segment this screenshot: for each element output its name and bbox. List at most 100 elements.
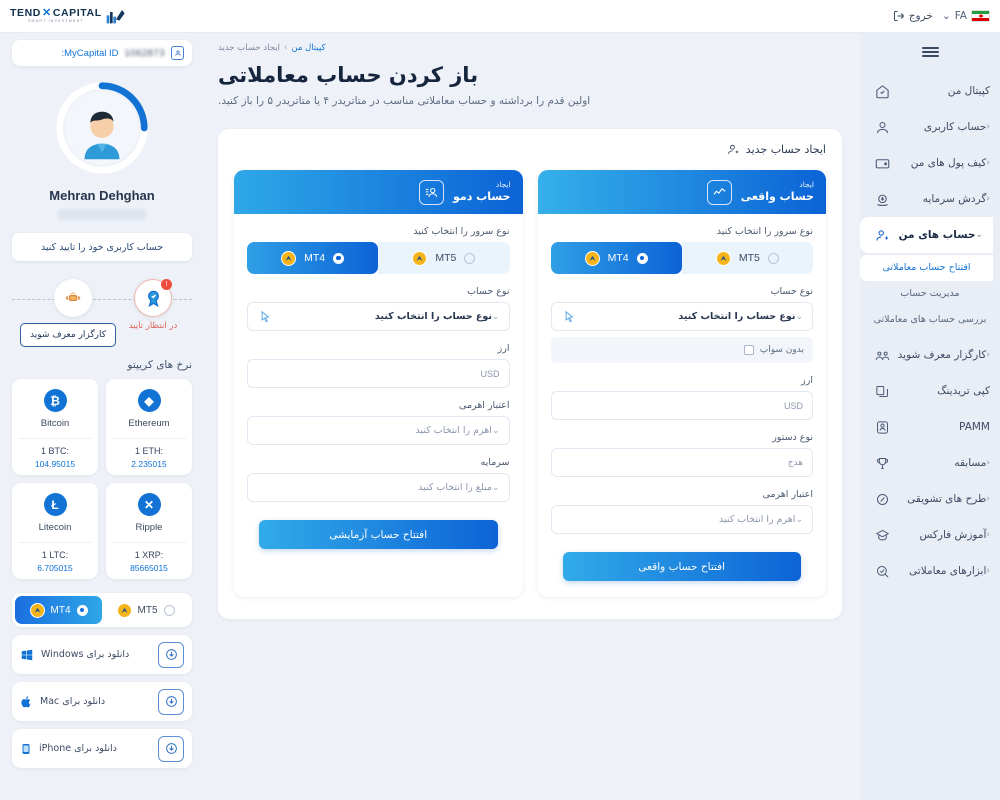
- mycapital-id-label: MyCapital ID:: [61, 47, 119, 59]
- logout-button[interactable]: خروج: [893, 10, 933, 22]
- radio-icon: [333, 252, 345, 264]
- step-partner[interactable]: [38, 277, 108, 317]
- chevron-down-icon: ⌄: [795, 311, 803, 322]
- card-header-small: ایجاد: [495, 180, 511, 190]
- order-type-label: نوع دستور: [772, 432, 813, 443]
- download-row-windows[interactable]: دانلود برای Windows: [12, 635, 192, 674]
- metatrader-badge-icon: [715, 250, 731, 266]
- menu-toggle-button[interactable]: [860, 37, 1000, 67]
- panel-heading: ایجاد حساب جدید: [234, 143, 826, 156]
- sidebar-item-my-accounts[interactable]: ⌄ حساب های من: [860, 217, 993, 253]
- demo-account-form: نوع سرور را انتخاب کنید MT5 MT4 نوع حساب…: [234, 214, 523, 565]
- open-demo-account-button[interactable]: افتتاح حساب آزمایشی: [259, 520, 498, 549]
- real-server-option-mt5[interactable]: MT5: [681, 242, 813, 274]
- sidebar-item-contest[interactable]: ‹ مسابقه: [860, 445, 1000, 481]
- chevron-down-icon: ⌄: [491, 311, 500, 322]
- add-user-icon: [727, 144, 739, 154]
- sidebar-item-label: کارگزار معرف شوید: [897, 349, 987, 361]
- demo-leverage-select[interactable]: ⌄ اهرم را انتخاب کنید: [247, 416, 510, 445]
- demo-server-option-mt4[interactable]: MT4: [247, 242, 379, 274]
- crypto-card-litecoin[interactable]: Ł Litecoin 1 LTC: 6.705015: [12, 483, 98, 579]
- account-type-label: نوع حساب: [467, 286, 510, 297]
- currency-value: USD: [783, 400, 803, 411]
- sidebar-item-pamm[interactable]: PAMM: [860, 409, 1000, 445]
- account-type-label: نوع حساب: [770, 286, 813, 297]
- verify-account-button[interactable]: حساب کاربری خود را تایید کنید: [12, 233, 192, 261]
- leverage-value: اهرم را انتخاب کنید: [719, 514, 796, 525]
- real-currency-input[interactable]: USD: [550, 391, 813, 420]
- platform-option-mt5[interactable]: MT5: [102, 596, 189, 624]
- page-subtitle: اولین قدم را برداشته و حساب معاملاتی منا…: [218, 95, 591, 107]
- crypto-card-ripple[interactable]: ✕ Ripple 1 XRP: 85665015: [106, 483, 192, 579]
- coin-name: Ripple: [135, 522, 163, 533]
- chevron-left-icon: ‹: [986, 122, 990, 132]
- sidebar-subitem-open-trading-account[interactable]: افتتاح حساب معاملاتی: [860, 255, 993, 281]
- sidebar-item-become-partner[interactable]: ‹ کارگزار معرف شوید: [860, 337, 1000, 373]
- sidebar-item-copy-trading[interactable]: کپی تریدینگ: [860, 373, 1000, 409]
- crypto-card-ethereum[interactable]: ◆ Ethereum 1 ETH: 2.235015: [106, 379, 192, 475]
- create-account-panel: ایجاد حساب جدید ایجاد حساب واقعی نوع سرو…: [218, 129, 842, 619]
- mycapital-id-bar[interactable]: 1062873 MyCapital ID:: [12, 40, 192, 66]
- crypto-card-bitcoin[interactable]: ₿ Bitcoin 1 BTC: 104.95015: [12, 379, 98, 475]
- pending-badge-count: !: [161, 279, 172, 290]
- sidebar-item-label: گردش سرمایه: [922, 193, 987, 205]
- step-pending-verification[interactable]: ! در انتظار تایید: [118, 277, 188, 331]
- demo-account-type-select[interactable]: ⌄ نوع حساب را انتخاب کنید: [247, 302, 510, 331]
- coin-name: Bitcoin: [40, 418, 70, 429]
- real-leverage-select[interactable]: ⌄ اهرم را انتخاب کنید: [550, 505, 813, 534]
- radio-icon: [76, 604, 88, 616]
- download-button[interactable]: [158, 641, 184, 668]
- avatar: [65, 91, 139, 165]
- demo-server-option-mt5[interactable]: MT5: [378, 242, 510, 274]
- platform-option-mt4[interactable]: MT4: [15, 596, 102, 624]
- become-broker-button[interactable]: کارگزار معرف شوید: [20, 323, 116, 347]
- capital-value: مبلغ را انتخاب کنید: [418, 482, 492, 493]
- download-button[interactable]: [158, 688, 184, 715]
- brand-logo[interactable]: CAPITAL ✕ TEND SMART INVESTMENT: [10, 7, 126, 25]
- platform-label: MT4: [50, 604, 71, 616]
- sidebar-item-my-wallets[interactable]: ‹ کیف پول های من: [860, 145, 1000, 181]
- demo-capital-select[interactable]: ⌄ مبلغ را انتخاب کنید: [247, 473, 510, 502]
- sidebar-item-capital-flow[interactable]: ‹ گردش سرمایه: [860, 181, 1000, 217]
- sidebar-item-trading-tools[interactable]: ‹ ابزارهای معاملاتی: [860, 553, 1000, 589]
- server-label: MT4: [607, 252, 629, 264]
- logo-text-main: CAPITAL: [52, 7, 102, 20]
- download-button[interactable]: [158, 735, 184, 762]
- open-real-account-button[interactable]: افتتاح حساب واقعی: [562, 552, 801, 581]
- server-label: MT5: [738, 252, 760, 264]
- main-content: ایجاد حساب جدید ‹ کپیتال من باز کردن حسا…: [200, 33, 860, 800]
- education-icon: [874, 527, 891, 544]
- logout-label: خروج: [908, 10, 933, 22]
- sidebar-item-promotions[interactable]: ‹ طرح های تشویقی: [860, 481, 1000, 517]
- download-row-mac[interactable]: دانلود برای Mac: [12, 682, 192, 721]
- sidebar-subitem-account-management[interactable]: مدیریت حساب: [860, 281, 1000, 307]
- demo-currency-input[interactable]: USD: [247, 359, 510, 388]
- download-label: دانلود برای Windows: [41, 649, 130, 660]
- sidebar-item-my-capital[interactable]: کپیتال من: [860, 73, 1000, 109]
- sidebar-item-label: حساب های من: [898, 229, 976, 241]
- user-card-icon: [419, 179, 444, 205]
- profile-name: Mehran Dehghan: [49, 188, 155, 203]
- language-selector[interactable]: ⌄ FA: [942, 10, 990, 22]
- real-server-option-mt4[interactable]: MT4: [550, 242, 682, 274]
- avatar-illustration-icon: [84, 111, 120, 160]
- download-row-iphone[interactable]: دانلود برای iPhone: [12, 729, 192, 768]
- sidebar-item-forex-education[interactable]: ‹ آموزش فارکس: [860, 517, 1000, 553]
- sidebar-item-label: مسابقه: [954, 457, 987, 469]
- logo-text-main2: TEND: [10, 7, 41, 20]
- id-card-icon: [171, 46, 184, 60]
- chevron-down-icon: ⌄: [975, 230, 983, 240]
- real-order-type-input[interactable]: هدج: [550, 448, 813, 477]
- coin-pair: 1 LTC:: [41, 550, 69, 560]
- tools-icon: [874, 563, 891, 580]
- iphone-icon: [22, 743, 30, 754]
- hamburger-bar: [921, 51, 939, 53]
- sidebar-subitem-review-trading-accounts[interactable]: بررسی حساب های معاملاتی: [860, 307, 1000, 333]
- real-account-type-select[interactable]: ⌄ نوع حساب را انتخاب کنید: [550, 302, 813, 331]
- swap-free-row[interactable]: بدون سواپ: [550, 337, 813, 363]
- swap-free-checkbox[interactable]: [743, 345, 754, 355]
- account-type-value: نوع حساب را انتخاب کنید: [678, 311, 796, 322]
- capital-label: سرمایه: [480, 457, 510, 468]
- sidebar-item-user-account[interactable]: ‹ حساب کاربری: [860, 109, 1000, 145]
- breadcrumb-root-link[interactable]: کپیتال من: [291, 43, 325, 53]
